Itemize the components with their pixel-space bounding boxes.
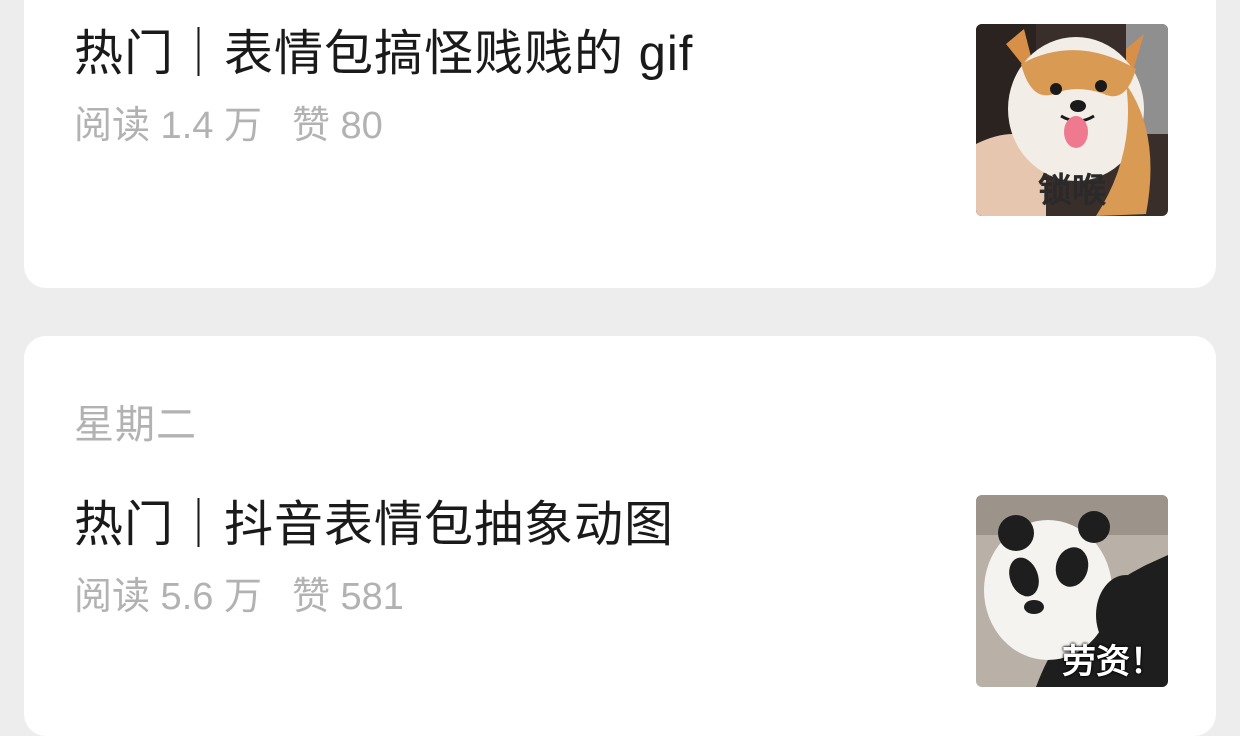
read-count: 阅读 5.6 万: [74, 576, 262, 618]
thumbnail-caption: 锁喉: [1038, 172, 1106, 210]
article-thumbnail[interactable]: 劳资！: [976, 495, 1168, 687]
article-meta: 阅读 5.6 万赞 581: [74, 573, 404, 621]
article-card: 热门｜表情包搞怪贱贱的 gif 阅读 1.4 万赞 80 锁喉: [24, 0, 1216, 288]
day-label: 星期二: [74, 403, 197, 447]
article-meta: 阅读 1.4 万赞 80: [74, 102, 383, 150]
article-title[interactable]: 热门｜表情包搞怪贱贱的 gif: [74, 24, 693, 84]
article-card: 星期二 热门｜抖音表情包抽象动图 阅读 5.6 万赞 581 劳资！: [24, 336, 1216, 736]
article-item[interactable]: 热门｜抖音表情包抽象动图 阅读 5.6 万赞 581 劳资！: [24, 495, 1216, 687]
read-count: 阅读 1.4 万: [74, 105, 262, 147]
article-title[interactable]: 热门｜抖音表情包抽象动图: [74, 495, 674, 555]
thumbnail-caption: 劳资！: [1062, 643, 1164, 681]
like-count: 赞 581: [291, 576, 404, 618]
article-item[interactable]: 热门｜表情包搞怪贱贱的 gif 阅读 1.4 万赞 80 锁喉: [24, 24, 1216, 216]
article-thumbnail[interactable]: 锁喉: [976, 24, 1168, 216]
like-count: 赞 80: [291, 105, 383, 147]
